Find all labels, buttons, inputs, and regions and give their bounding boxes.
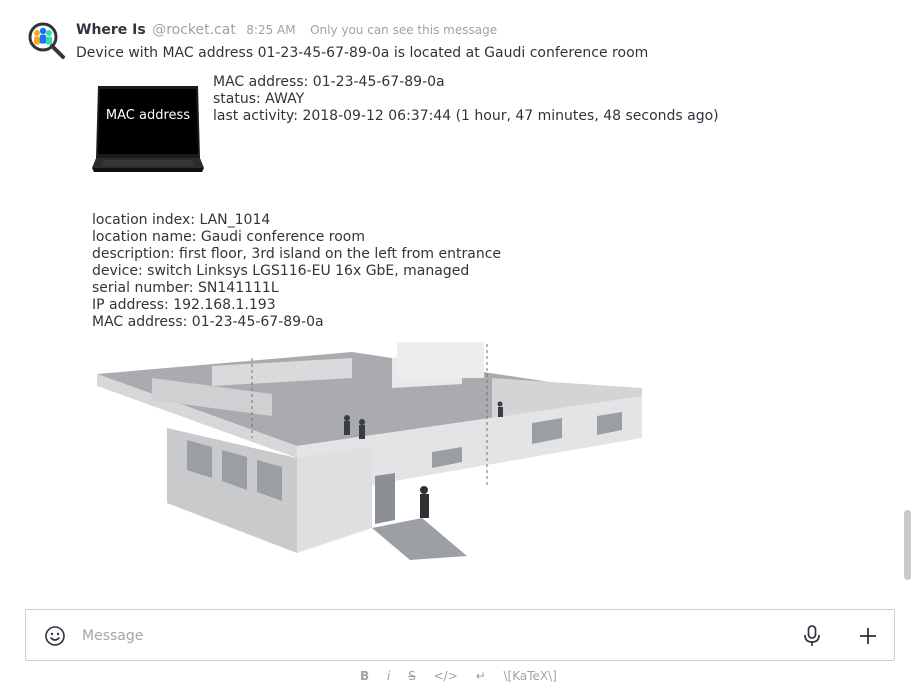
location-serial-line: serial number: SN141111L: [92, 280, 279, 296]
scrollbar-thumb[interactable]: [904, 510, 911, 580]
multiline-button[interactable]: ↵: [476, 669, 486, 683]
visibility-note: Only you can see this message: [310, 23, 498, 37]
location-ip-line: IP address: 192.168.1.193: [92, 297, 276, 313]
device-mac-line: MAC address: 01-23-45-67-89-0a: [213, 74, 445, 90]
message: Where Is @rocket.cat 8:25 AM Only you ca…: [0, 0, 912, 600]
message-composer: [25, 609, 895, 661]
katex-button[interactable]: \[KaTeX\]: [503, 669, 556, 683]
strike-button[interactable]: S: [408, 669, 416, 683]
message-text: Device with MAC address 01-23-45-67-89-0…: [76, 45, 649, 61]
location-info: location index: LAN_1014 location name: …: [92, 212, 501, 331]
laptop-image[interactable]: MAC address: [92, 82, 204, 174]
device-last-activity-line: last activity: 2018-09-12 06:37:44 (1 ho…: [213, 108, 719, 124]
format-toolbar: B i S </> ↵ \[KaTeX\]: [360, 668, 571, 688]
location-description-line: description: first floor, 3rd island on …: [92, 246, 502, 262]
message-handle[interactable]: @rocket.cat: [152, 22, 236, 38]
message-time: 8:25 AM: [246, 23, 296, 37]
laptop-image-label: MAC address: [106, 108, 190, 123]
floor-plan-image[interactable]: [92, 338, 652, 560]
location-device-line: device: switch Linksys LGS116-EU 16x GbE…: [92, 263, 470, 279]
message-input[interactable]: [82, 624, 782, 648]
device-info: MAC address: 01-23-45-67-89-0a status: A…: [213, 74, 719, 125]
location-mac-line: MAC address: 01-23-45-67-89-0a: [92, 314, 324, 330]
plus-icon[interactable]: [856, 624, 880, 648]
message-username[interactable]: Where Is: [76, 22, 146, 38]
bold-button[interactable]: B: [360, 669, 369, 683]
smiley-icon[interactable]: [44, 625, 66, 647]
rocket-cat-avatar-icon[interactable]: [26, 20, 66, 60]
code-button[interactable]: </>: [434, 669, 458, 683]
device-status-line: status: AWAY: [213, 91, 305, 107]
italic-button[interactable]: i: [387, 669, 390, 683]
microphone-icon[interactable]: [801, 624, 823, 648]
message-header: Where Is @rocket.cat 8:25 AM Only you ca…: [76, 22, 497, 38]
location-name-line: location name: Gaudi conference room: [92, 229, 365, 245]
location-index-line: location index: LAN_1014: [92, 212, 271, 228]
